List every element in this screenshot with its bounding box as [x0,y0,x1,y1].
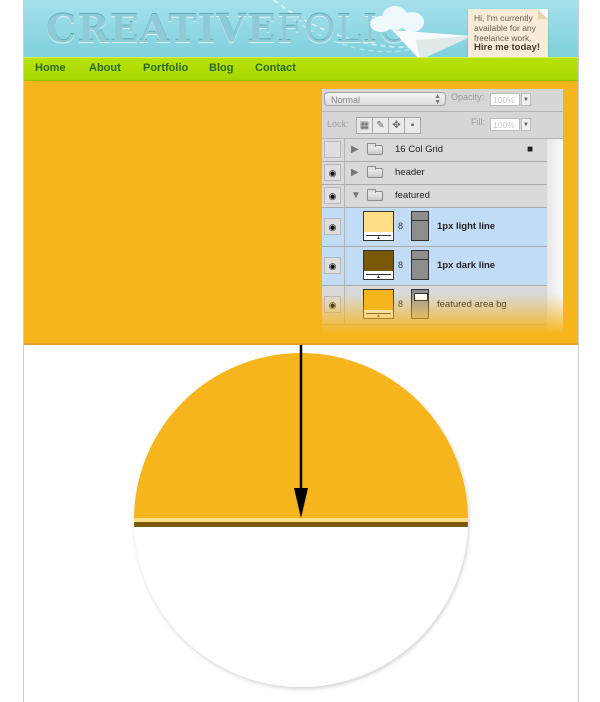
magnified-detail [134,345,468,687]
magnified-dark-line [134,522,468,527]
page: CREATIVEFOLIO Hi, I'm currently availabl… [23,0,579,702]
magnified-light-line [134,518,468,522]
